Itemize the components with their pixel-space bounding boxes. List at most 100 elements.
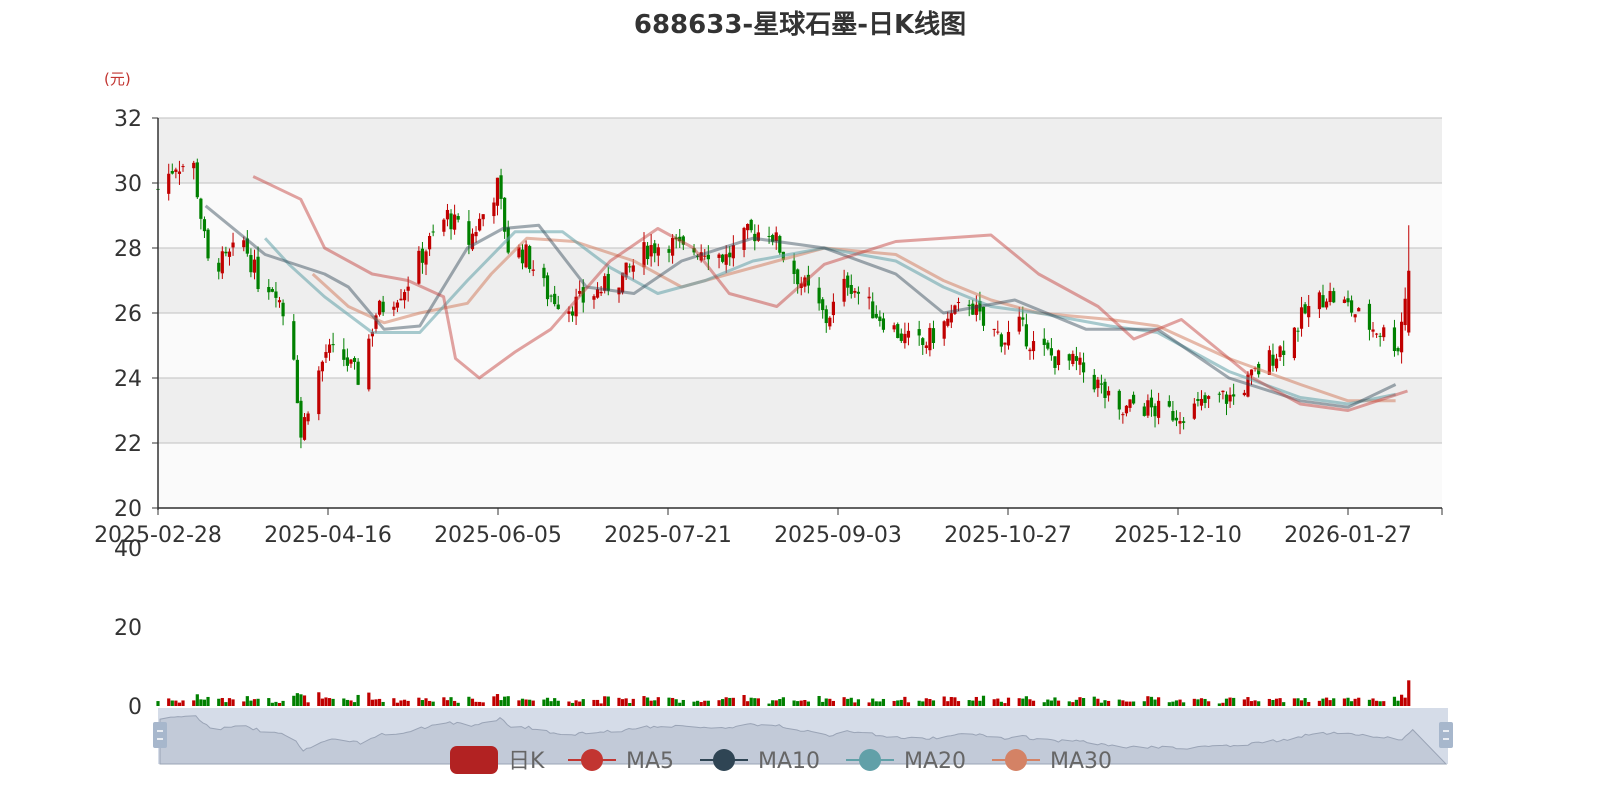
volume-bar	[874, 701, 878, 706]
volume-bar	[670, 697, 675, 706]
volume-bar	[842, 697, 846, 706]
candle-body	[381, 301, 385, 313]
volume-bar	[367, 692, 371, 706]
candle-body	[1282, 350, 1286, 355]
candle-body	[167, 173, 171, 194]
volume-bar	[746, 701, 750, 706]
volume-bar	[721, 699, 725, 706]
volume-bar	[853, 702, 857, 706]
legend-item-ma20[interactable]: MA20	[846, 749, 966, 774]
candle-body	[1332, 291, 1336, 303]
x-tick-label: 2025-06-05	[434, 523, 562, 548]
volume-bar	[678, 702, 682, 706]
volume-bar	[456, 702, 460, 706]
volume-bar	[649, 700, 653, 706]
candle-body	[1071, 353, 1075, 365]
legend-item-ma30[interactable]: MA30	[992, 749, 1112, 774]
volume-bar	[767, 703, 771, 706]
volume-bar	[1167, 702, 1171, 706]
candle-body	[703, 255, 707, 257]
candle-body	[1096, 379, 1100, 389]
plot-band	[158, 118, 1442, 183]
candle-body	[856, 291, 861, 294]
volume-bar	[799, 700, 803, 706]
volume-bar	[1003, 703, 1007, 706]
candle-body	[531, 269, 535, 271]
volume-bar	[921, 701, 925, 706]
candle-body	[192, 162, 196, 169]
volume-bar	[1221, 702, 1225, 706]
candle-body	[1396, 348, 1400, 352]
volume-bar	[1392, 696, 1397, 706]
volume-bar	[481, 702, 485, 706]
volume-bar	[756, 698, 760, 706]
candle-body	[1324, 301, 1329, 308]
candle-body	[1342, 299, 1347, 303]
volume-bar	[674, 699, 678, 706]
volume-bar	[620, 699, 625, 706]
candle-body	[1321, 295, 1325, 308]
candle-body	[256, 256, 260, 290]
candle-body	[874, 313, 878, 318]
volume-bar	[177, 702, 182, 706]
volume-tick-label: 20	[114, 616, 142, 641]
candle-body	[395, 302, 400, 308]
volume-bar	[549, 701, 553, 706]
candle-body	[867, 296, 871, 299]
candle-body	[1299, 307, 1304, 329]
candle-body	[1024, 324, 1028, 347]
candle-body	[1021, 317, 1025, 320]
volume-bar	[1074, 699, 1079, 706]
volume-bar	[1056, 700, 1061, 706]
candle-body	[1207, 396, 1211, 399]
candle-body	[306, 413, 310, 422]
x-tick-label: 2025-04-16	[264, 523, 392, 548]
volume-bar	[492, 696, 496, 706]
candle-body	[1067, 354, 1071, 361]
x-tick-label: 2025-10-27	[944, 523, 1072, 548]
candle-body	[528, 246, 532, 270]
candle-body	[1196, 398, 1200, 401]
volume-bar	[1407, 680, 1411, 706]
volume-bar	[574, 700, 578, 706]
candle-body	[1221, 390, 1225, 393]
candle-body	[992, 328, 996, 330]
plot-band	[158, 443, 1442, 508]
volume-bar	[878, 701, 882, 706]
y-tick-label: 22	[114, 432, 142, 457]
legend-item-ma10[interactable]: MA10	[700, 749, 820, 774]
candle-body	[431, 231, 435, 233]
volume-bar	[520, 698, 525, 706]
volume-bar	[753, 698, 757, 706]
candle-body	[367, 338, 371, 390]
volume-bar	[231, 699, 235, 706]
volume-bar	[556, 700, 560, 706]
volume-bar	[395, 702, 400, 706]
candle-body	[1142, 406, 1146, 416]
volume-series: 0 20 40	[114, 537, 1411, 720]
candle-body	[1367, 303, 1372, 330]
volume-bar	[592, 699, 596, 706]
volume-bar	[999, 701, 1003, 706]
volume-bar	[1096, 698, 1100, 706]
candle-body	[1349, 300, 1354, 313]
plot-band	[158, 183, 1442, 248]
volume-bar	[821, 701, 825, 706]
volume-bar	[1149, 696, 1154, 706]
legend-label: MA10	[758, 749, 820, 774]
volume-bar	[220, 697, 224, 706]
volume-bar	[427, 700, 432, 706]
volume-bar	[645, 697, 650, 706]
volume-bar	[1242, 699, 1246, 706]
y-tick-label: 20	[114, 497, 142, 522]
candle-body	[467, 221, 471, 245]
volume-bar	[528, 699, 532, 706]
candle-body	[949, 313, 953, 323]
volume-bar	[871, 698, 875, 706]
candle-body	[317, 370, 321, 415]
candle-body	[849, 284, 853, 294]
candle-body	[767, 235, 771, 237]
volume-bar	[542, 699, 546, 706]
candle-body	[717, 254, 721, 258]
volume-bar	[599, 703, 603, 706]
